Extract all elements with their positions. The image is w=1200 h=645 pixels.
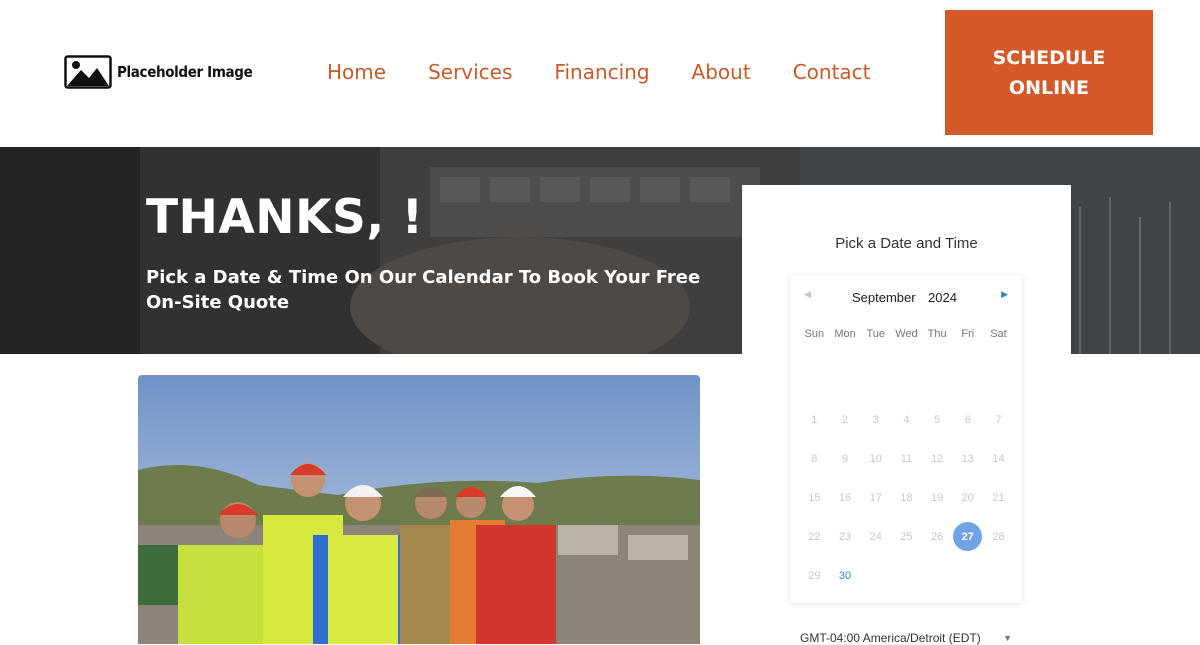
timezone-value: GMT-04:00 America/Detroit (EDT) xyxy=(800,631,981,645)
calendar-day-13: 13 xyxy=(952,439,983,478)
weekday-thu: Thu xyxy=(927,328,947,340)
weekday-sun: Sun xyxy=(804,328,825,340)
calendar-day-label: 9 xyxy=(841,452,849,465)
hero-title: THANKS, ! xyxy=(146,190,424,245)
chevron-right-icon[interactable]: ▶ xyxy=(1001,289,1008,300)
calendar-day-label: 26 xyxy=(930,530,944,543)
calendar-day-8: 8 xyxy=(799,439,830,478)
calendar-day-17: 17 xyxy=(860,478,891,517)
nav-home[interactable]: Home xyxy=(327,58,386,86)
calendar-day-28: 28 xyxy=(983,517,1014,556)
calendar-day-label: 25 xyxy=(900,530,913,543)
site-header: Placeholder Image Home Services Financin… xyxy=(0,0,1200,147)
calendar-days-grid: 1 2 3 4 5 6 7 8 9 10 11 12 13 14 15 16 17 18 19 20 21 22 23 24 2… xyxy=(799,400,1014,595)
calendar-day-label: 2 xyxy=(841,413,849,426)
calendar-day-18: 18 xyxy=(891,478,922,517)
calendar-day-label: 4 xyxy=(903,413,910,426)
timezone-select[interactable]: GMT-04:00 America/Detroit (EDT) ▼ xyxy=(800,631,1012,645)
calendar-day-label: 23 xyxy=(838,530,852,543)
logo[interactable]: Placeholder Image xyxy=(64,55,267,89)
calendar-year: 2024 xyxy=(928,290,957,305)
calendar-day-label: 24 xyxy=(869,530,882,543)
calendar-day-label: 21 xyxy=(992,491,1005,504)
calendar-day-label: 22 xyxy=(808,530,821,543)
logo-text: Placeholder Image xyxy=(117,63,253,81)
team-photo xyxy=(138,375,700,644)
calendar-month: September xyxy=(852,290,916,305)
calendar-day-label: 3 xyxy=(872,413,879,426)
schedule-label-line1: SCHEDULE xyxy=(992,46,1106,69)
main-nav: Home Services Financing About Contact xyxy=(327,58,913,86)
calendar-day-23: 23 xyxy=(830,517,861,556)
calendar-day-4: 4 xyxy=(891,400,922,439)
weekday-sat: Sat xyxy=(990,328,1007,340)
calendar-day-label: 7 xyxy=(995,413,1002,426)
calendar-day-label: 15 xyxy=(808,491,821,504)
weekday-mon: Mon xyxy=(834,328,856,340)
schedule-online-label: SCHEDULE ONLINE xyxy=(993,43,1106,103)
calendar-day-label: 8 xyxy=(811,452,818,465)
calendar-day-label: 1 xyxy=(811,413,818,426)
calendar-day-2: 2 xyxy=(830,400,861,439)
calendar-day-30[interactable]: 30 xyxy=(830,556,861,595)
calendar-day-12: 12 xyxy=(922,439,953,478)
schedule-online-button[interactable]: SCHEDULE ONLINE xyxy=(945,10,1153,135)
weekday-fri: Fri xyxy=(961,328,975,340)
calendar-day-3: 3 xyxy=(860,400,891,439)
calendar-day-14: 14 xyxy=(983,439,1014,478)
calendar-day-29: 29 xyxy=(799,556,830,595)
calendar-day-26: 26 xyxy=(922,517,953,556)
nav-services[interactable]: Services xyxy=(428,58,512,86)
calendar-day-label: 16 xyxy=(838,491,852,504)
calendar-day-label: 5 xyxy=(934,413,941,426)
nav-financing[interactable]: Financing xyxy=(554,58,649,86)
calendar-day-label: 6 xyxy=(964,413,971,426)
calendar-card: ◀ September 2024 ▶ Sun Mon Tue Wed Thu F… xyxy=(790,275,1022,603)
calendar-day-label: 27 xyxy=(953,522,983,551)
calendar-day-24: 24 xyxy=(860,517,891,556)
calendar-day-21: 21 xyxy=(983,478,1014,517)
calendar-day-9: 9 xyxy=(830,439,861,478)
calendar-day-15: 15 xyxy=(799,478,830,517)
weekday-header: Sun Mon Tue Wed Thu Fri Sat xyxy=(799,328,1014,340)
calendar-day-11: 11 xyxy=(891,439,922,478)
weekday-wed: Wed xyxy=(895,328,918,340)
calendar-day-5: 5 xyxy=(922,400,953,439)
calendar-day-label: 30 xyxy=(838,569,852,582)
calendar-day-10: 10 xyxy=(860,439,891,478)
image-placeholder-icon xyxy=(64,55,112,89)
calendar-day-16: 16 xyxy=(830,478,861,517)
calendar-day-22: 22 xyxy=(799,517,830,556)
calendar-day-1: 1 xyxy=(799,400,830,439)
schedule-label-line2: ONLINE xyxy=(1008,76,1090,99)
nav-about[interactable]: About xyxy=(692,58,751,86)
weekday-tue: Tue xyxy=(866,328,885,340)
calendar-day-label: 20 xyxy=(961,491,974,504)
chevron-down-icon: ▼ xyxy=(1003,633,1012,643)
calendar-day-label: 11 xyxy=(900,452,913,465)
calendar-day-label: 10 xyxy=(869,452,882,465)
calendar-day-19: 19 xyxy=(922,478,953,517)
calendar-day-25: 25 xyxy=(891,517,922,556)
calendar-day-label: 18 xyxy=(900,491,913,504)
calendar-day-label: 28 xyxy=(992,530,1005,543)
calendar-day-label: 29 xyxy=(808,569,821,582)
calendar-day-label: 17 xyxy=(869,491,882,504)
calendar-day-27[interactable]: 27 xyxy=(952,517,983,556)
calendar-heading: Pick a Date and Time xyxy=(835,235,978,252)
chevron-left-icon[interactable]: ◀ xyxy=(804,289,811,300)
calendar-day-7: 7 xyxy=(983,400,1014,439)
hero-subtitle: Pick a Date & Time On Our Calendar To Bo… xyxy=(146,267,701,313)
calendar-day-label: 13 xyxy=(961,452,974,465)
nav-contact[interactable]: Contact xyxy=(793,58,871,86)
calendar-day-20: 20 xyxy=(952,478,983,517)
calendar-day-label: 14 xyxy=(992,452,1005,465)
calendar-day-label: 12 xyxy=(930,452,944,465)
calendar-widget: Pick a Date and Time ◀ September 2024 ▶ … xyxy=(742,185,1071,645)
calendar-day-6: 6 xyxy=(952,400,983,439)
calendar-day-label: 19 xyxy=(930,491,944,504)
